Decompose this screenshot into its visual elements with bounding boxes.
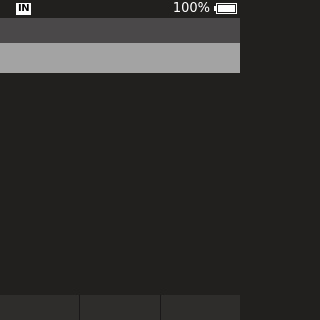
- header-bar: [0, 18, 240, 43]
- right-softkey[interactable]: [159, 295, 240, 320]
- battery-full-icon: [214, 3, 238, 14]
- status-bar: IN 100%: [0, 0, 240, 18]
- screen: IN 100%: [0, 0, 240, 320]
- left-softkey[interactable]: [0, 295, 79, 320]
- center-softkey[interactable]: [79, 295, 159, 320]
- battery-percent: 100%: [172, 1, 210, 16]
- softkey-bar: [0, 295, 240, 320]
- list-item-selected[interactable]: [0, 43, 240, 73]
- input-mode-indicator: IN: [16, 3, 32, 15]
- menu-list: [0, 43, 240, 73]
- battery-fill: [218, 5, 235, 12]
- battery-body: [216, 3, 237, 14]
